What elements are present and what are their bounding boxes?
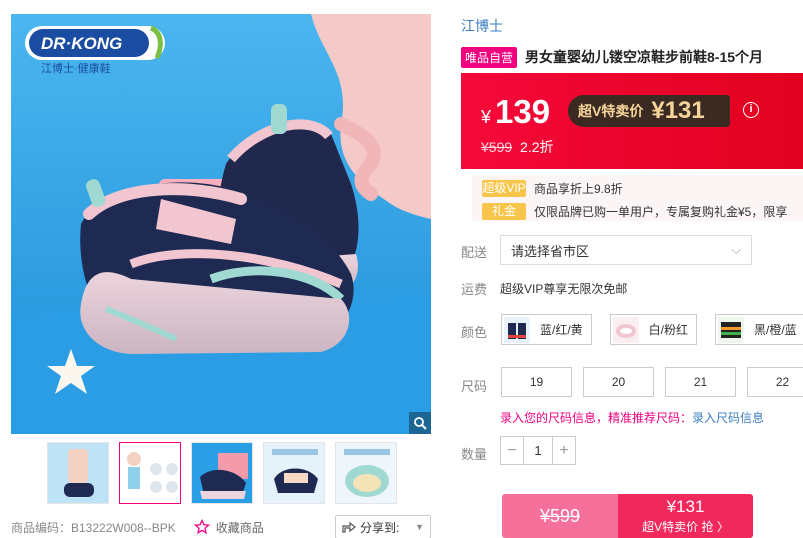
promo-box: 超级VIP 商品享折上9.8折 礼金 仅限品牌已购一单用户，专属复购礼金¥5，限… [472,175,803,221]
favorite-button[interactable]: 收藏商品 [193,519,264,536]
size-tip-text: 录入您的尺码信息，精准推荐尺码： [500,411,693,425]
thumbnail-4[interactable] [263,442,325,504]
title-row: 唯品自营 男女童婴幼儿镂空凉鞋步前鞋8-15个月 [461,45,803,69]
thumbnail-2[interactable] [119,442,181,504]
brand-link[interactable]: 江博士 [461,16,503,36]
size-option-20[interactable]: 20 [583,367,654,397]
color-swatch-icon [504,316,530,343]
shipping-label: 运费 [461,282,488,297]
color-label: 颜色 [461,325,488,340]
thumbnail-5[interactable] [335,442,397,504]
quantity-minus-button[interactable]: − [501,437,523,464]
thumbnail-strip [47,442,397,504]
quantity-plus-button[interactable]: + [553,437,575,464]
color-options: 蓝/红/黄 白/粉红 黑/橙/蓝 [501,314,803,345]
magnifier-icon [414,417,427,430]
chevron-down-icon: ⌵ [731,242,741,257]
size-tip: 录入您的尺码信息，精准推荐尺码：录入尺码信息 [500,409,764,426]
quantity-input[interactable]: 1 [523,437,553,464]
price-value: 139 [495,93,551,130]
original-price: ¥599 [481,139,513,155]
color-option-label: 黑/橙/蓝 [754,323,797,337]
buy-original-price-text: ¥599 [539,505,581,526]
quantity-label: 数量 [461,447,488,462]
buy-vip-price-label: 超V特卖价 抢 〉 [642,520,729,534]
buy-now-button[interactable]: ¥599 ¥131 超V特卖价 抢 〉 [502,494,753,538]
main-product-image[interactable]: DR·KONG 江博士·健康鞋 [11,14,431,434]
info-icon[interactable]: i [743,102,759,118]
chevron-down-icon: ▼ [415,522,424,532]
price-box: ¥ 139 超V特卖价 ¥131 i ¥599 2.2折 [461,73,803,169]
color-option-label: 白/粉红 [648,323,689,337]
product-title: 男女童婴幼儿镂空凉鞋步前鞋8-15个月 [525,49,764,65]
color-option-white-pink[interactable]: 白/粉红 [609,314,698,345]
size-label: 尺码 [461,379,488,394]
share-icon [342,521,356,533]
color-option-blue-red-yellow[interactable]: 蓝/红/黄 [501,314,592,345]
color-swatch-icon [718,316,745,343]
share-label: 分享到: [360,520,400,535]
product-meta-row: 商品编码：B13222W008--BPK 收藏商品 分享到: ▼ [11,515,431,538]
thumbnail-3[interactable] [191,442,253,504]
vip-price-value: ¥131 [651,97,705,124]
delivery-placeholder: 请选择省市区 [511,243,590,259]
promo-tag-vip: 超级VIP [482,179,526,197]
buy-vip-price-value: ¥131 [666,497,705,516]
promo-tag-gift: 礼金 [482,202,526,220]
buy-vip-price: ¥131 超V特卖价 抢 〉 [618,494,753,538]
star-icon [193,519,210,535]
discount-rate: 2.2折 [520,139,554,155]
size-options: 19 20 21 22 [501,367,803,397]
price-sub: ¥599 2.2折 [481,137,554,157]
thumbnail-1[interactable] [47,442,109,504]
shipping-info: 超级VIP尊享无限次免邮 [500,282,628,296]
size-option-19[interactable]: 19 [501,367,572,397]
delivery-region-select[interactable]: 请选择省市区 ⌵ [500,235,752,265]
vip-price-badge: 超V特卖价 ¥131 [568,95,730,127]
product-page: DR·KONG 江博士·健康鞋 商品编码：B13222W008--BPK 收藏商… [0,0,803,538]
promo-row-vip: 超级VIP 商品享折上9.8折 [482,178,803,198]
svg-text:江博士·健康鞋: 江博士·健康鞋 [41,61,111,75]
color-option-black-orange-blue[interactable]: 黑/橙/蓝 [715,314,803,345]
quantity-stepper: − 1 + [500,436,576,465]
svg-text:DR·KONG: DR·KONG [41,34,122,53]
size-option-22[interactable]: 22 [747,367,803,397]
self-operated-badge: 唯品自营 [461,46,518,68]
vip-price-label: 超V特卖价 [578,103,644,119]
color-option-label: 蓝/红/黄 [540,323,583,337]
favorite-label: 收藏商品 [215,520,264,535]
buy-original-price: ¥599 [502,494,618,538]
size-tip-link[interactable]: 录入尺码信息 [692,411,764,425]
zoom-button[interactable] [409,412,431,434]
promo-row-gift: 礼金 仅限品牌已购一单用户，专属复购礼金¥5，限享 [482,201,803,221]
product-code: 商品编码：B13222W008--BPK [11,520,176,535]
currency-symbol: ¥ [481,107,492,127]
color-swatch-icon [612,316,639,343]
delivery-label: 配送 [461,245,488,260]
current-price: ¥ 139 [481,93,550,131]
promo-text-gift: 仅限品牌已购一单用户，专属复购礼金¥5，限享 [534,204,788,219]
share-dropdown[interactable]: 分享到: ▼ [335,515,431,538]
promo-text-vip: 商品享折上9.8折 [534,181,623,196]
shoe-photo: DR·KONG 江博士·健康鞋 [11,14,431,434]
size-option-21[interactable]: 21 [665,367,736,397]
